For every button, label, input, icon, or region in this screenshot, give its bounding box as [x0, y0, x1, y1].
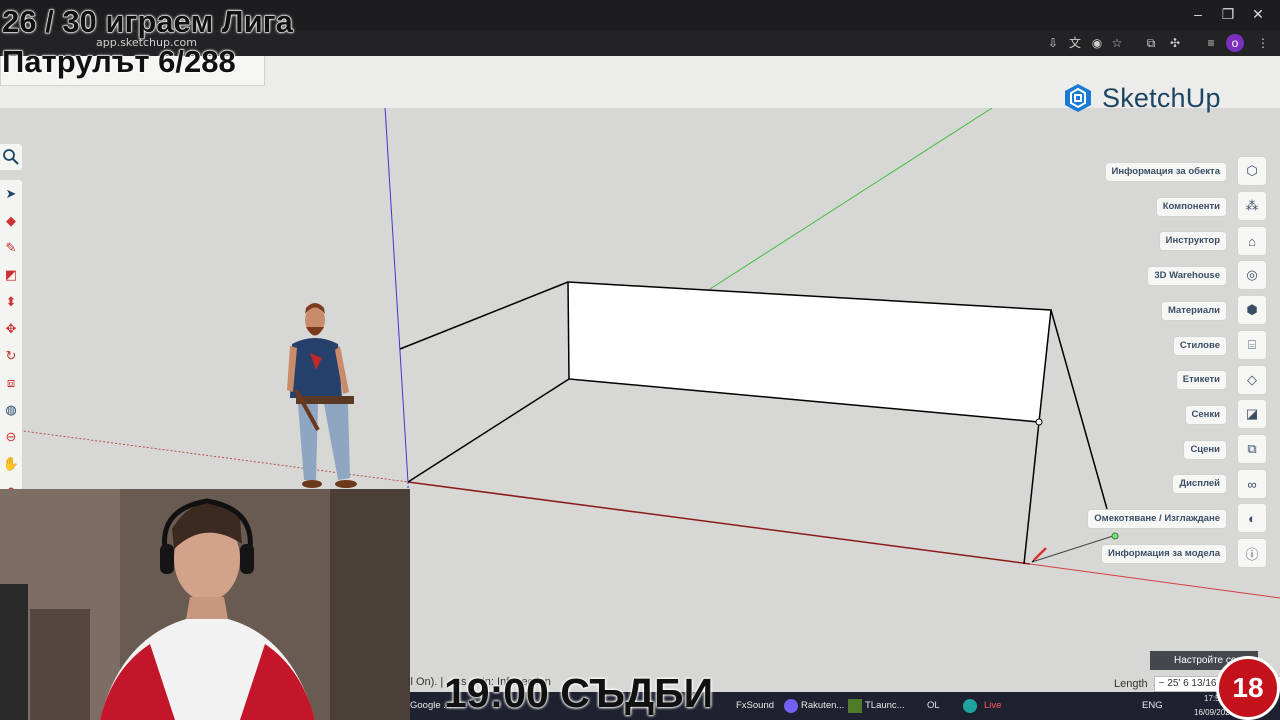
components-icon[interactable]: ⁂	[1238, 192, 1266, 220]
stream-title-line2: Патрулът 6/288	[2, 44, 237, 80]
glasses-icon[interactable]: ∞	[1238, 470, 1266, 498]
app-icon	[963, 699, 977, 713]
stream-title-line1: 26 / 30 играем Лига	[2, 4, 294, 40]
eraser-tool-icon[interactable]: ◆	[2, 212, 20, 230]
rectangle-tool-icon[interactable]: ◩	[2, 266, 20, 284]
red-axis	[407, 481, 1031, 565]
move-tool-icon[interactable]: ✥	[2, 320, 20, 338]
model-edge[interactable]	[399, 281, 569, 350]
bottom-overlay-text: 19:00 СЪДБИ	[444, 670, 714, 716]
taskbar-item-fxsound[interactable]: FxSound	[736, 692, 774, 720]
tag-icon[interactable]: ◇	[1238, 366, 1266, 394]
taskbar-item-ol[interactable]: OL	[927, 692, 940, 720]
shadows-icon[interactable]: ◪	[1238, 400, 1266, 428]
materials-icon[interactable]: ⬢	[1238, 296, 1266, 324]
rp-label-materials[interactable]: Материали	[1161, 302, 1226, 320]
pan-tool-icon[interactable]: ✋	[2, 455, 20, 473]
model-edge[interactable]	[1023, 421, 1040, 565]
age-rating-badge: 18	[1216, 656, 1280, 720]
restore-icon[interactable]: ❐	[1212, 0, 1244, 28]
taskbar-item-live[interactable]: Live	[984, 692, 1001, 720]
info-icon[interactable]: ⓘ	[1238, 539, 1266, 567]
rp-label-soften[interactable]: Омекотяване / Изглаждане	[1088, 510, 1226, 528]
minecraft-icon	[848, 699, 862, 713]
rp-label-display[interactable]: Дисплей	[1173, 475, 1226, 493]
profile-avatar[interactable]: o	[1226, 34, 1244, 52]
search-tool[interactable]	[0, 144, 22, 170]
green-inference-point	[1111, 532, 1119, 540]
warehouse-icon[interactable]: ◎	[1238, 261, 1266, 289]
install-icon[interactable]: ⇩	[1044, 34, 1062, 52]
webcam-feed	[0, 489, 410, 720]
viber-icon	[784, 699, 798, 713]
rp-label-3d-warehouse[interactable]: 3D Warehouse	[1148, 267, 1226, 285]
red-axis-extension	[1029, 563, 1280, 599]
model-edge[interactable]	[1050, 309, 1108, 510]
scale-figure[interactable]	[287, 303, 357, 488]
graduation-cap-icon[interactable]: ⌂	[1238, 227, 1266, 255]
length-label: Length	[1114, 678, 1148, 690]
language-indicator[interactable]: ENG	[1142, 692, 1163, 720]
rp-label-scenes[interactable]: Сцени	[1184, 441, 1226, 459]
rp-label-styles[interactable]: Стилове	[1173, 337, 1226, 355]
rp-label-components[interactable]: Компоненти	[1156, 198, 1226, 216]
rotate-tool-icon[interactable]: ↻	[2, 347, 20, 365]
rp-label-tags[interactable]: Етикети	[1176, 371, 1226, 389]
endpoint-marker	[1035, 418, 1043, 426]
rp-label-shadows[interactable]: Сенки	[1185, 406, 1226, 424]
styles-icon[interactable]: ⌸	[1238, 331, 1266, 359]
soften-icon[interactable]: ◐	[1238, 504, 1266, 532]
rp-label-instructor[interactable]: Инструктор	[1159, 232, 1226, 250]
green-axis	[709, 108, 993, 290]
extension-icon[interactable]: ⧉	[1142, 34, 1160, 52]
taskbar-item-tlauncher[interactable]: TLaunc...	[865, 692, 905, 720]
pencil-tool-icon[interactable]: ✎	[2, 239, 20, 257]
menu-dots-icon[interactable]: ⋮	[1254, 34, 1272, 52]
left-toolbar: ➤ ◆ ✎ ◩ ⬍ ✥ ↻ ⧈ ◍ ⊖ ✋ ●	[0, 180, 22, 497]
screen: – ❐ ✕ app.sketchup.com ⇩ 文 ◉ ☆ ⧉ ✣ ≡ o ⋮…	[0, 0, 1280, 720]
paint-bucket-tool-icon[interactable]: ◍	[2, 401, 20, 419]
puzzle-icon[interactable]: ✣	[1166, 34, 1184, 52]
select-tool-icon[interactable]: ➤	[2, 185, 20, 203]
scenes-icon[interactable]: ⧉	[1238, 435, 1266, 463]
taskbar-item-rakuten[interactable]: Rakuten...	[801, 692, 844, 720]
translate-icon[interactable]: 文	[1066, 34, 1084, 52]
back-wall-face[interactable]	[567, 281, 1052, 423]
blue-axis	[384, 108, 409, 483]
rp-label-entity-info[interactable]: Информация за обекта	[1105, 163, 1226, 181]
model-edge[interactable]	[407, 378, 570, 483]
orbit-tool-icon[interactable]: ⊖	[2, 428, 20, 446]
media-icon[interactable]: ≡	[1202, 34, 1220, 52]
scale-tool-icon[interactable]: ⧈	[2, 374, 20, 392]
minimize-icon[interactable]: –	[1182, 0, 1214, 28]
star-icon[interactable]: ☆	[1108, 34, 1126, 52]
push-pull-tool-icon[interactable]: ⬍	[2, 293, 20, 311]
cube-info-icon[interactable]: ⬡	[1238, 157, 1266, 185]
search-icon	[3, 149, 19, 165]
close-icon[interactable]: ✕	[1242, 0, 1274, 28]
rp-label-model-info[interactable]: Информация за модела	[1101, 545, 1226, 563]
eye-off-icon[interactable]: ◉	[1088, 34, 1106, 52]
